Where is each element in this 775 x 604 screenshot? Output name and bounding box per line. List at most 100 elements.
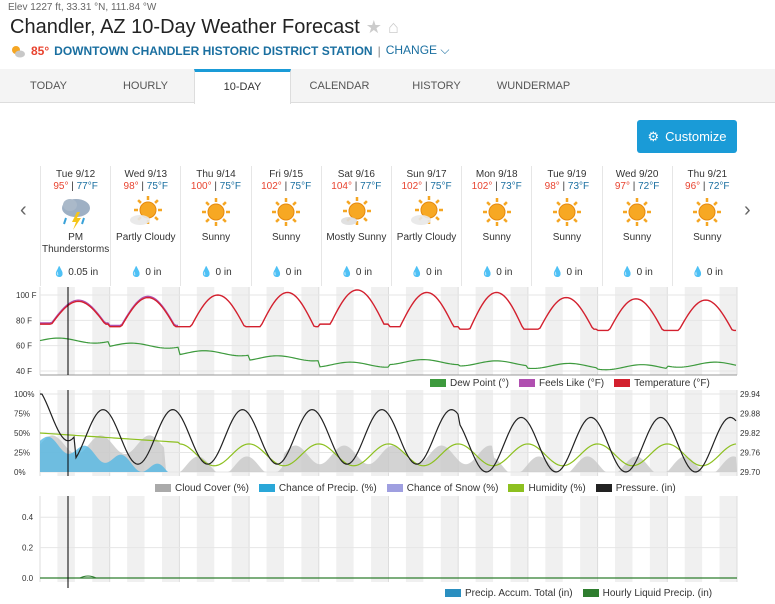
y-tick-label-right: 29.88 (740, 410, 761, 419)
temperature-legend: Dew Point (°) Feels Like (°F) Temperature … (430, 378, 710, 389)
legend-item[interactable]: Feels Like (°F) (519, 378, 604, 389)
high-temp: 98° (544, 181, 560, 192)
night-band (510, 287, 528, 375)
station-link[interactable]: DOWNTOWN CHANDLER HISTORIC DISTRICT STAT… (54, 44, 372, 58)
high-temp: 97° (614, 181, 630, 192)
legend-swatch (614, 379, 631, 388)
y-tick-label: 100% (14, 390, 34, 399)
night-band (231, 496, 250, 582)
high-temp: 102° (401, 181, 423, 192)
prev-arrow-icon[interactable]: ‹ (20, 199, 27, 222)
high-temp: 102° (471, 181, 493, 192)
legend-item[interactable]: Cloud Cover (%) (155, 483, 249, 494)
legend-item[interactable]: Hourly Liquid Precip. (in) (582, 588, 712, 599)
y-tick-label: 0.2 (22, 544, 34, 553)
partly-cloudy-icon (12, 45, 25, 57)
separator: | (377, 43, 381, 58)
night-band (57, 287, 75, 375)
tab-hourly[interactable]: HOURLY (97, 69, 194, 102)
night-band (684, 496, 703, 582)
tab-calendar[interactable]: CALENDAR (291, 69, 388, 102)
precip-amount: 0 in (496, 267, 513, 278)
home-icon[interactable]: ⌂ (388, 17, 399, 38)
night-band (92, 287, 110, 375)
favorite-star-icon[interactable]: ★ (366, 17, 382, 38)
night-band (615, 496, 633, 582)
tab-history[interactable]: HISTORY (388, 69, 485, 102)
day-date: Mon 9/18 (475, 169, 518, 180)
y-tick-label-right: 29.76 (740, 449, 761, 458)
day-condition: Sunny (693, 232, 722, 243)
raindrop-icon: 💧 (52, 267, 66, 278)
day-condition: Sunny (271, 232, 301, 243)
night-band (580, 287, 598, 375)
legend-item[interactable]: Chance of Snow (%) (386, 483, 498, 494)
change-station-button[interactable]: CHANGE ⌵ (386, 43, 450, 58)
day-forecast[interactable]: Tue 9/19 98° | 73°F Sunny 💧 0 in (531, 166, 601, 286)
y-tick-label: 40 F (16, 367, 32, 376)
partly-cloudy-icon (392, 192, 461, 232)
day-forecast[interactable]: Sat 9/16 104° | 77°F Mostly Sunny 💧 0 in (320, 166, 391, 286)
night-band (266, 496, 284, 582)
tab-10-day[interactable]: 10-DAY (194, 69, 291, 104)
tab-bar: TODAY HOURLY 10-DAY CALENDAR HISTORY WUNDERMA… (0, 69, 775, 104)
day-forecast[interactable]: Mon 9/18 102° | 73°F Sunny 💧 0 in (461, 166, 531, 286)
night-band (440, 496, 459, 582)
tab-wundermap[interactable]: WUNDERMAP (485, 69, 582, 102)
y-tick-label: 0.0 (22, 574, 34, 583)
day-forecast[interactable]: Thu 9/14 100° | 75°F Sunny 💧 0 in (180, 166, 250, 286)
day-precip: 💧 0 in (673, 267, 742, 278)
night-band (196, 287, 215, 375)
day-forecast[interactable]: Wed 9/20 97° | 72°F Sunny 💧 0 in (601, 166, 672, 286)
customize-button[interactable]: ⚙ Customize (637, 120, 737, 153)
day-temps: 95° | 77°F (53, 181, 98, 192)
legend-label: Cloud Cover (%) (175, 483, 249, 494)
night-band (301, 496, 319, 582)
legend-item[interactable]: Humidity (%) (508, 483, 586, 494)
night-band (301, 287, 319, 375)
precip-amount: 0 in (285, 267, 302, 278)
raindrop-icon: 💧 (130, 267, 143, 278)
night-band (336, 496, 354, 582)
night-band (719, 496, 737, 582)
tab-today[interactable]: TODAY (0, 69, 97, 102)
title-row: Chandler, AZ 10-Day Weather Forecast ★ ⌂ (10, 16, 399, 39)
day-forecast[interactable]: Tue 9/12 95° | 77°F PM Thunderstorms 💧 0… (40, 166, 110, 286)
low-temp: 75°F (219, 181, 241, 192)
legend-item[interactable]: Dew Point (°) (430, 378, 509, 389)
day-forecast[interactable]: Sun 9/17 102° | 75°F Partly Cloudy 💧 0 i… (390, 166, 461, 286)
legend-label: Precip. Accum. Total (in) (465, 588, 573, 599)
chevron-down-icon: ⌵ (440, 43, 450, 57)
day-condition: Sunny (552, 232, 582, 243)
y-tick-label: 0.4 (22, 513, 34, 522)
elevation-info: Elev 1227 ft, 33.31 °N, 111.84 °W (8, 2, 157, 13)
legend-swatch (155, 484, 171, 493)
day-temps: 96° | 72°F (685, 181, 730, 192)
precip-amount: 0 in (426, 267, 443, 278)
y-tick-label-right: 29.94 (740, 390, 761, 399)
precip-amount: 0 in (215, 267, 232, 278)
day-precip: 💧 0 in (322, 267, 391, 278)
legend-label: Pressure. (in) (615, 483, 676, 494)
night-band (127, 496, 145, 582)
day-forecast[interactable]: Wed 9/13 98° | 75°F Partly Cloudy 💧 0 in (110, 166, 180, 286)
raindrop-icon: 💧 (410, 267, 424, 278)
y-tick-label: 25% (14, 449, 30, 458)
high-temp: 104° (331, 181, 352, 192)
legend-item[interactable]: Pressure. (in) (595, 483, 676, 494)
legend-item[interactable]: Chance of Precip. (%) (258, 483, 377, 494)
night-band (92, 496, 110, 582)
night-band (510, 496, 528, 582)
low-temp: 72°F (638, 181, 660, 192)
day-forecast[interactable]: Thu 9/21 96° | 72°F Sunny 💧 0 in (671, 166, 742, 286)
day-forecast[interactable]: Fri 9/15 102° | 75°F Sunny 💧 0 in (250, 166, 321, 286)
day-date: Sat 9/16 (337, 169, 375, 180)
legend-swatch (445, 589, 461, 598)
legend-item[interactable]: Temperature (°F) (614, 378, 710, 389)
y-tick-label: 0% (14, 468, 26, 477)
raindrop-icon: 💧 (340, 267, 354, 278)
low-temp: 73°F (567, 181, 590, 192)
legend-item[interactable]: Precip. Accum. Total (in) (445, 588, 573, 599)
day-temps: 102° | 75°F (401, 181, 452, 192)
next-arrow-icon[interactable]: › (744, 199, 751, 222)
